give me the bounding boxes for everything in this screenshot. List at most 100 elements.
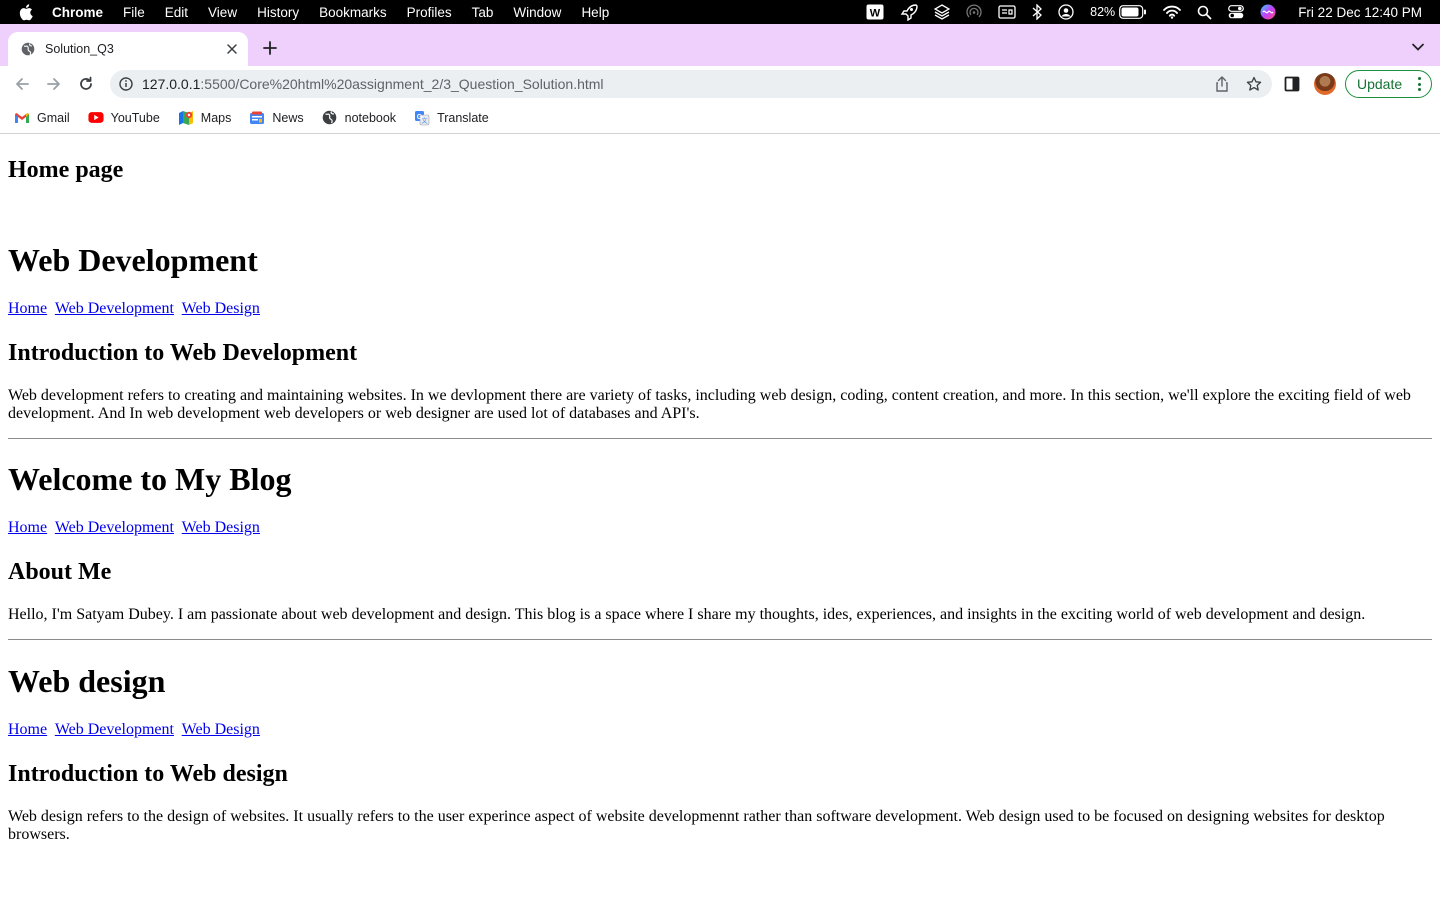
menu-app-chrome[interactable]: Chrome [52,5,103,20]
section-title-web-development: Web Development [8,242,258,278]
side-panel-icon[interactable] [1284,76,1302,92]
rocket-icon[interactable] [900,0,918,24]
menu-window[interactable]: Window [513,5,561,20]
battery-percent: 82% [1090,5,1116,19]
home-page-heading: Home page [8,157,124,183]
address-bar[interactable]: 127.0.0.1:5500/Core%20html%20assignment_… [110,70,1272,98]
nav-link-web-design[interactable]: Web Design [182,519,260,536]
close-tab-icon[interactable] [222,39,242,59]
menu-help[interactable]: Help [581,5,609,20]
screen-icon[interactable] [998,0,1016,24]
nav-link-web-design[interactable]: Web Design [182,721,260,738]
url-path: :5500/Core%20html%20assignment_2/3_Quest… [200,76,604,92]
nav-link-home[interactable]: Home [8,300,47,317]
bookmark-label: YouTube [110,110,160,125]
plus-icon [263,41,277,55]
section-title-blog: Welcome to My Blog [8,461,292,497]
youtube-icon [88,110,104,126]
back-button[interactable] [10,72,34,96]
clock[interactable]: Fri 22 Dec 12:40 PM [1298,0,1422,24]
globe-icon [322,110,338,126]
section-paragraph-web-development: Web development refers to creating and m… [8,387,1411,422]
tab-title: Solution_Q3 [45,42,114,56]
section-nav-1: Home Web Development Web Design [8,300,264,318]
macos-menu-bar: Chrome File Edit View History Bookmarks … [0,0,1440,24]
forward-button[interactable] [42,72,66,96]
bookmark-label: notebook [344,110,397,125]
bookmark-gmail[interactable]: Gmail [14,110,70,126]
battery-status[interactable]: 82% [1090,0,1147,24]
bookmark-label: News [272,110,304,125]
menu-edit[interactable]: Edit [165,5,188,20]
section-title-web-design: Web design [8,663,166,699]
bookmark-translate[interactable]: G文 Translate [414,110,489,126]
forward-arrow-icon [47,78,60,90]
status-area: W 82% Fri 22 Dec 12:40 PM [850,0,1422,24]
menu-profiles[interactable]: Profiles [407,5,452,20]
url-host: 127.0.0.1 [142,76,201,92]
gmail-icon [14,110,30,126]
kebab-menu-icon[interactable] [1417,77,1421,91]
url-text[interactable]: 127.0.0.1:5500/Core%20html%20assignment_… [142,76,604,92]
bookmark-label: Maps [200,110,232,125]
browser-toolbar: 127.0.0.1:5500/Core%20html%20assignment_… [0,66,1440,102]
bookmark-label: Gmail [37,110,70,125]
menu-file[interactable]: File [123,5,145,20]
news-icon [249,110,265,126]
web-page-content: Home page Web Development Home Web Devel… [0,135,1440,900]
reload-button[interactable] [74,72,98,96]
section-nav-2: Home Web Development Web Design [8,519,264,537]
menu-bookmarks[interactable]: Bookmarks [319,5,387,20]
update-label: Update [1357,76,1403,92]
bookmark-star-icon[interactable] [1246,76,1262,92]
bookmarks-bar: Gmail YouTube Maps News notebook G文 Tran… [0,102,1440,134]
profile-avatar[interactable] [1314,73,1336,95]
menu-history[interactable]: History [257,5,299,20]
bookmark-youtube[interactable]: YouTube [88,110,160,126]
tab-strip: Solution_Q3 [0,24,1440,66]
bookmark-notebook[interactable]: notebook [322,110,396,126]
divider [8,438,1432,439]
bookmark-maps[interactable]: Maps [178,110,232,126]
nav-link-home[interactable]: Home [8,721,47,738]
translate-icon: G文 [414,110,430,126]
back-arrow-icon [16,78,29,90]
section-paragraph-about-me: Hello, I'm Satyam Dubey. I am passionate… [8,606,1366,623]
wifi-icon[interactable] [1163,0,1182,24]
nav-link-web-development[interactable]: Web Development [55,519,174,536]
battery-icon [1119,5,1147,19]
section-paragraph-web-design: Web design refers to the design of websi… [8,808,1385,843]
site-info-icon[interactable] [119,76,135,92]
tab-search-chevron-down-icon[interactable] [1410,39,1426,55]
spotlight-search-icon[interactable] [1197,0,1212,24]
svg-text:W: W [870,8,881,20]
menu-tab[interactable]: Tab [472,5,494,20]
svg-text:文: 文 [422,117,428,125]
apple-icon[interactable] [18,3,36,21]
section-nav-3: Home Web Development Web Design [8,721,264,739]
new-tab-button[interactable] [259,37,281,59]
share-icon[interactable] [1214,76,1230,92]
menu-view[interactable]: View [208,5,237,20]
maps-icon [178,110,194,126]
section-subtitle-intro-web-design: Introduction to Web design [8,761,288,787]
section-subtitle-about-me: About Me [8,559,112,585]
user-circle-icon[interactable] [1058,0,1074,24]
airdrop-icon[interactable] [966,0,982,24]
bluetooth-icon[interactable] [1032,0,1043,24]
bookmark-label: Translate [437,110,489,125]
w-app-icon[interactable]: W [866,0,884,24]
update-button[interactable]: Update [1345,70,1432,98]
layers-icon[interactable] [934,0,951,24]
siri-icon[interactable] [1260,0,1276,24]
reload-icon [80,76,92,90]
control-center-icon[interactable] [1228,0,1245,24]
globe-favicon-icon [21,41,37,57]
divider [8,639,1432,640]
tab-solution-q3[interactable]: Solution_Q3 [8,32,248,66]
nav-link-web-development[interactable]: Web Development [55,300,174,317]
bookmark-news[interactable]: News [249,110,304,126]
nav-link-web-development[interactable]: Web Development [55,721,174,738]
nav-link-home[interactable]: Home [8,519,47,536]
nav-link-web-design[interactable]: Web Design [182,300,260,317]
